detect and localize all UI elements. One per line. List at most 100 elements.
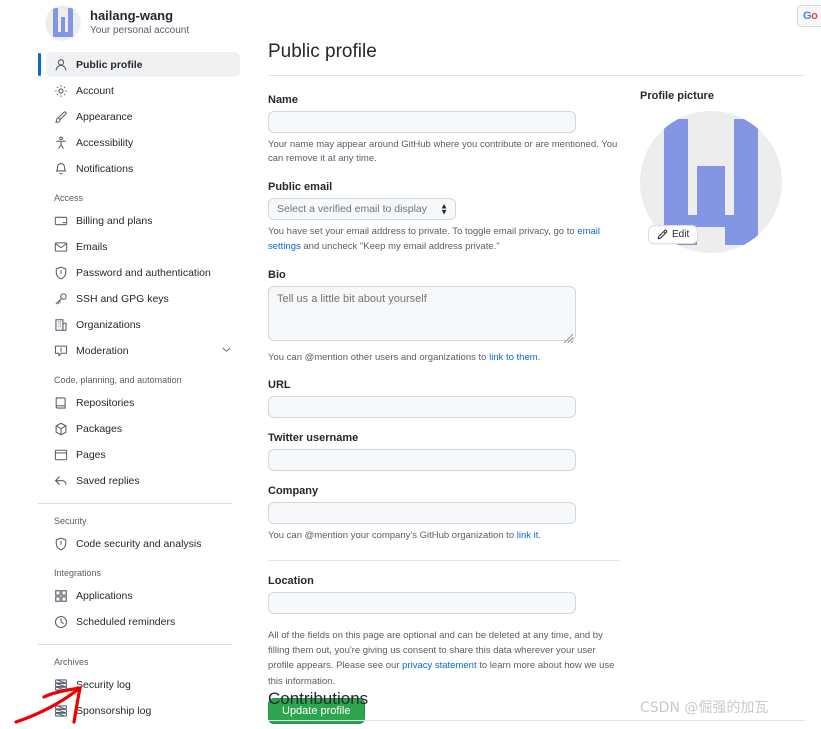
- sidebar-item-label: SSH and GPG keys: [76, 292, 169, 305]
- sidebar-item-label: Password and authentication: [76, 266, 211, 279]
- sidebar-group-title: Access: [54, 193, 84, 203]
- field-url: URL: [268, 379, 576, 419]
- sidebar-divider: [38, 503, 232, 504]
- company-link-it-link[interactable]: link it: [517, 530, 539, 541]
- sidebar-item-packages[interactable]: Packages: [46, 416, 240, 441]
- sidebar-item-label: Moderation: [76, 344, 129, 357]
- consent-text: All of the fields on this page are optio…: [268, 628, 618, 689]
- field-help-company: You can @mention your company's GitHub o…: [268, 529, 618, 544]
- privacy-statement-link[interactable]: privacy statement: [402, 660, 476, 671]
- sidebar-item-applications[interactable]: Applications: [46, 583, 240, 608]
- sidebar-item-accessibility[interactable]: Accessibility: [46, 130, 240, 155]
- sidebar-item-sponsorship-log[interactable]: Sponsorship log: [46, 698, 240, 723]
- title-divider: [268, 74, 805, 76]
- account-name: hailang-wang: [90, 7, 174, 23]
- profile-picture-panel: Profile picture Edit: [640, 90, 821, 253]
- sidebar-group-title: Integrations: [54, 568, 102, 578]
- sidebar-item-ssh-and-gpg-keys[interactable]: SSH and GPG keys: [46, 286, 240, 311]
- repo-icon: [54, 396, 68, 410]
- sidebar-item-label: Pages: [76, 448, 106, 461]
- apps-grid-icon: [54, 589, 68, 603]
- settings-page: Go ● hailang-wang Your personal account …: [0, 0, 821, 729]
- help-bio-post: .: [537, 351, 541, 363]
- sidebar-item-saved-replies[interactable]: Saved replies: [46, 468, 240, 493]
- twitter-username-input[interactable]: [268, 449, 576, 472]
- pencil-icon: [657, 229, 668, 240]
- form-divider: [268, 560, 620, 561]
- sidebar-item-repositories[interactable]: Repositories: [46, 390, 240, 415]
- archive-icon: [54, 704, 68, 718]
- google-translate-badge[interactable]: Go ●: [797, 5, 821, 27]
- clock-icon: [54, 615, 68, 629]
- field-twitter: Twitter username: [268, 432, 576, 472]
- person-icon: [54, 58, 68, 72]
- sidebar-item-public-profile[interactable]: Public profile: [38, 52, 240, 77]
- field-public-email: Public email Select a verified email to …: [268, 181, 600, 254]
- sidebar-item-label: Repositories: [76, 396, 135, 409]
- location-input[interactable]: [268, 592, 576, 614]
- sidebar-item-password-and-authentication[interactable]: Password and authentication: [46, 260, 240, 285]
- public-email-select[interactable]: Select a verified email to display: [268, 198, 456, 221]
- sidebar-item-label: Saved replies: [76, 474, 140, 487]
- help-email-pre: You have set your email address to priva…: [268, 226, 578, 238]
- field-company: Company You can @mention your company's …: [268, 485, 576, 544]
- archive-icon: [54, 678, 68, 692]
- edit-profile-picture-button[interactable]: Edit: [648, 225, 699, 244]
- sidebar-item-account[interactable]: Account: [46, 78, 240, 103]
- sidebar-item-moderation[interactable]: Moderation: [46, 338, 240, 363]
- contributions-section: Contributions: [268, 688, 821, 722]
- bio-wrap: [268, 285, 576, 346]
- sidebar-item-pages[interactable]: Pages: [46, 442, 240, 467]
- field-help-bio: You can @mention other users and organiz…: [268, 351, 618, 366]
- field-label-location: Location: [268, 575, 314, 587]
- settings-sidebar: hailang-wang Your personal account Publi…: [0, 0, 248, 729]
- sidebar-nav: Public profile Account Appearance Accessibi…: [8, 52, 240, 729]
- browser-icon: [54, 448, 68, 462]
- sidebar-item-code-security-and-analysis[interactable]: Code security and analysis: [46, 531, 240, 556]
- sidebar-item-label: Account: [76, 84, 114, 97]
- sidebar-item-label: Scheduled reminders: [76, 615, 176, 628]
- sidebar-item-organizations[interactable]: Organizations: [46, 312, 240, 337]
- contributions-divider: [268, 720, 805, 722]
- sidebar-item-appearance[interactable]: Appearance: [46, 104, 240, 129]
- sidebar-item-scheduled-reminders[interactable]: Scheduled reminders: [46, 609, 240, 634]
- sidebar-item-label: Applications: [76, 589, 133, 602]
- name-input[interactable]: [268, 110, 576, 133]
- sidebar-divider: [38, 644, 232, 645]
- profile-picture-label: Profile picture: [640, 90, 714, 102]
- bell-icon: [54, 162, 68, 176]
- avatar: [46, 6, 80, 40]
- sidebar-item-emails[interactable]: Emails: [46, 234, 240, 259]
- field-label-bio: Bio: [268, 268, 286, 281]
- sidebar-item-label: Sponsorship log: [76, 704, 152, 717]
- help-company-pre: You can @mention your company's GitHub o…: [268, 530, 517, 542]
- sidebar-item-billing-and-plans[interactable]: Billing and plans: [46, 208, 240, 233]
- credit-card-icon: [54, 214, 68, 228]
- field-help-name: Your name may appear around GitHub where…: [268, 138, 618, 165]
- url-input[interactable]: [268, 396, 576, 419]
- gear-icon: [54, 84, 68, 98]
- sidebar-item-security-log[interactable]: Security log: [46, 672, 240, 697]
- bio-link-to-them-link[interactable]: link to them: [489, 352, 538, 363]
- edit-button-label: Edit: [672, 229, 690, 240]
- help-email-post: and uncheck "Keep my email address priva…: [300, 240, 500, 252]
- sidebar-item-label: Organizations: [76, 318, 141, 331]
- sidebar-group-title: Security: [54, 516, 87, 526]
- account-subtitle: Your personal account: [90, 25, 190, 37]
- company-input[interactable]: [268, 502, 576, 525]
- accessibility-icon: [54, 135, 68, 150]
- shield-check-icon: [54, 537, 68, 551]
- sidebar-item-label: Security log: [76, 678, 131, 691]
- public-email-select-wrap: Select a verified email to display ▲ ▼: [268, 198, 456, 221]
- sidebar-item-label: Code security and analysis: [76, 537, 202, 550]
- bio-textarea[interactable]: [268, 285, 576, 341]
- sidebar-item-notifications[interactable]: Notifications: [46, 156, 240, 181]
- field-label-name: Name: [268, 93, 298, 106]
- chevron-down-icon[interactable]: [221, 344, 232, 358]
- package-icon: [54, 422, 68, 436]
- page-title: Public profile: [268, 41, 377, 62]
- shield-lock-icon: [54, 266, 68, 280]
- report-icon: [54, 344, 68, 358]
- sidebar-group-title: Archives: [54, 657, 89, 667]
- key-icon: [54, 292, 68, 306]
